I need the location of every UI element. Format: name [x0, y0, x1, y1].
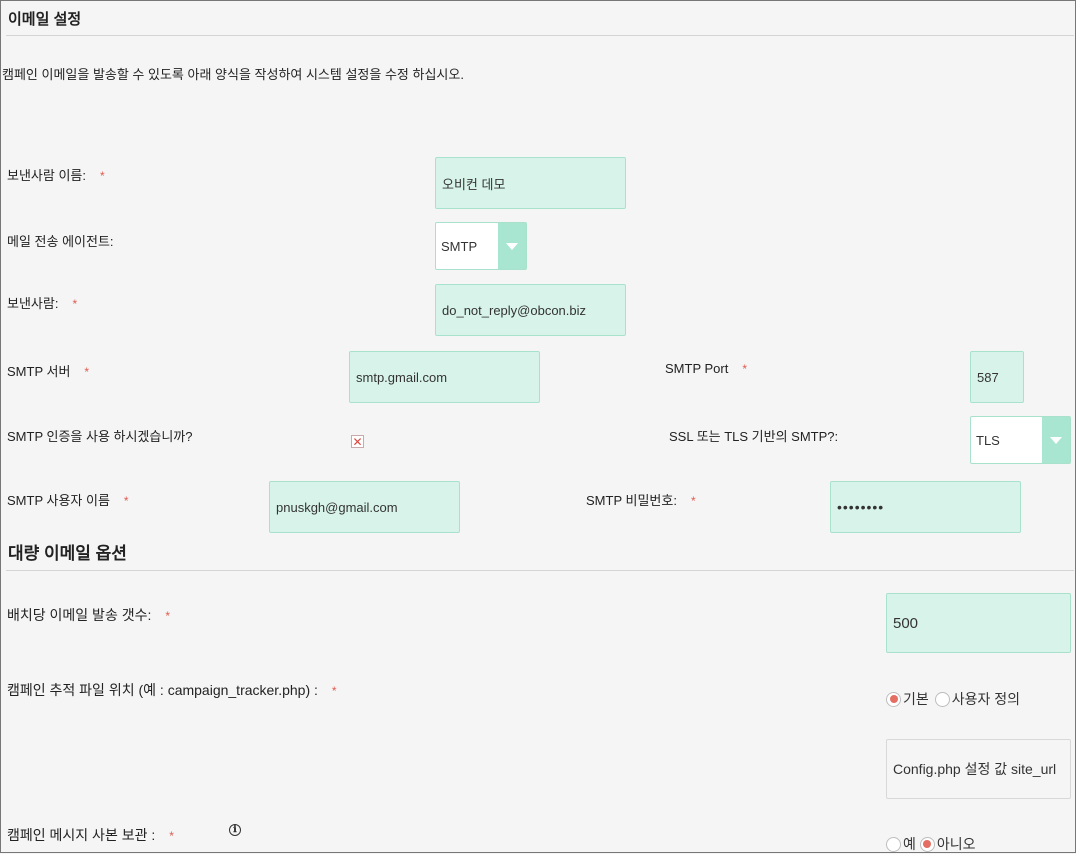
- radio-default-label: 기본: [903, 691, 929, 707]
- smtp-password-input[interactable]: ••••••••: [830, 481, 1021, 533]
- required-mark: *: [742, 362, 748, 376]
- mail-agent-select[interactable]: SMTP: [435, 222, 527, 270]
- bulk-section-divider: [6, 570, 1074, 571]
- ssl-tls-value: TLS: [976, 432, 1000, 448]
- batch-count-input[interactable]: 500: [886, 593, 1071, 653]
- radio-custom-label: 사용자 정의: [951, 691, 1021, 707]
- required-mark: *: [165, 609, 171, 623]
- keep-copy-radios: 예 아니오: [886, 834, 976, 854]
- radio-yes-label: 예: [903, 836, 916, 852]
- batch-count-label: 배치당 이메일 발송 갯수: *: [7, 607, 171, 623]
- bulk-section-title: 대량 이메일 옵션: [8, 544, 127, 563]
- smtp-server-label: SMTP 서버 *: [7, 364, 90, 379]
- radio-no-label: 아니오: [936, 836, 976, 852]
- tracker-location-value: Config.php 설정 값 site_url: [886, 739, 1071, 799]
- smtp-server-input[interactable]: smtp.gmail.com: [349, 351, 540, 403]
- ssl-tls-select[interactable]: TLS: [970, 416, 1071, 464]
- keep-copy-label: 캠페인 메시지 사본 보관 : *: [7, 827, 174, 843]
- ssl-tls-label: SSL 또는 TLS 기반의 SMTP?:: [669, 429, 839, 444]
- tracker-location-label: 캠페인 추적 파일 위치 (예 : campaign_tracker.php) …: [7, 682, 337, 698]
- required-mark: *: [123, 494, 129, 508]
- smtp-port-label: SMTP Port *: [665, 361, 748, 376]
- required-mark: *: [169, 829, 174, 843]
- smtp-password-label: SMTP 비밀번호: *: [586, 493, 696, 508]
- from-address-label: 보낸사람: *: [7, 296, 78, 311]
- smtp-port-input[interactable]: 587: [970, 351, 1024, 403]
- tracker-location-radios: 기본 사용자 정의: [886, 689, 1020, 709]
- from-address-input[interactable]: do_not_reply@obcon.biz: [435, 284, 626, 336]
- smtp-auth-checkbox[interactable]: ✕: [351, 435, 364, 448]
- info-icon[interactable]: ℹ: [229, 824, 241, 836]
- section-divider: [6, 35, 1074, 36]
- from-name-label: 보낸사람 이름: *: [7, 168, 105, 183]
- required-mark: *: [331, 684, 337, 698]
- section-title: 이메일 설정: [8, 11, 82, 28]
- smtp-user-label: SMTP 사용자 이름 *: [7, 493, 129, 508]
- smtp-user-input[interactable]: pnuskgh@gmail.com: [269, 481, 460, 533]
- mail-agent-value: SMTP: [441, 238, 478, 254]
- smtp-auth-label: SMTP 인증을 사용 하시겠습니까?: [7, 429, 193, 444]
- chevron-down-icon[interactable]: [498, 223, 526, 269]
- chevron-down-icon[interactable]: [1042, 417, 1070, 463]
- radio-custom[interactable]: [934, 691, 950, 707]
- required-mark: *: [84, 365, 90, 379]
- required-mark: *: [99, 169, 105, 183]
- required-mark: *: [72, 297, 78, 311]
- mail-agent-label: 메일 전송 에이전트:: [7, 234, 114, 249]
- from-name-input[interactable]: 오비컨 데모: [435, 157, 626, 209]
- radio-default[interactable]: [886, 691, 901, 707]
- radio-no[interactable]: [919, 836, 935, 852]
- required-mark: *: [690, 494, 696, 508]
- description-text: 캠페인 이메일을 발송할 수 있도록 아래 양식을 작성하여 시스템 설정을 수…: [2, 67, 464, 82]
- radio-yes[interactable]: [886, 836, 901, 852]
